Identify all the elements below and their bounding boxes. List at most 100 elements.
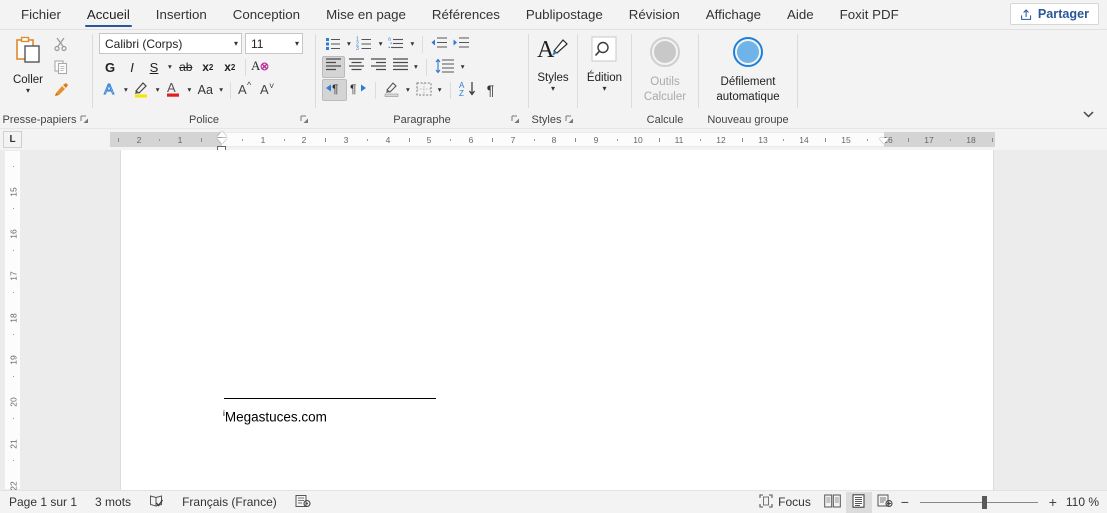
tab-references[interactable]: Références — [419, 8, 513, 29]
status-word-count[interactable]: 3 mots — [86, 491, 140, 513]
show-marks-label: ¶ — [486, 82, 495, 98]
chevron-down-icon[interactable]: ▾ — [551, 85, 555, 93]
tab-fichier[interactable]: Fichier — [8, 8, 74, 29]
font-family-combo[interactable]: Calibri (Corps) ▾ — [99, 33, 242, 54]
tab-mise-en-page[interactable]: Mise en page — [313, 8, 419, 29]
zoom-level-button[interactable]: 110 % — [1060, 495, 1107, 509]
grow-font-button[interactable]: A ^ — [235, 79, 257, 101]
bullet-list-button[interactable] — [322, 33, 344, 55]
right-indent-marker[interactable] — [879, 138, 889, 144]
dialog-launcher-icon[interactable] — [80, 115, 89, 124]
zoom-in-button[interactable]: + — [1046, 494, 1060, 510]
ltr-button[interactable]: ¶ — [322, 79, 347, 101]
numbered-list-button[interactable]: 123 — [354, 33, 376, 55]
shading-dropdown[interactable]: ▾ — [403, 79, 413, 101]
status-page-number[interactable]: Page 1 sur 1 — [0, 491, 86, 513]
line-spacing-dropdown[interactable]: ▾ — [458, 56, 468, 78]
copy-button[interactable] — [50, 58, 72, 80]
subscript-button[interactable]: x2 — [197, 56, 219, 78]
font-size-combo[interactable]: 11 ▾ — [245, 33, 303, 54]
text-effects-button[interactable]: A — [99, 79, 121, 101]
tab-revision[interactable]: Révision — [616, 8, 693, 29]
svg-text:Z: Z — [459, 89, 464, 97]
show-marks-button[interactable]: ¶ — [480, 79, 502, 101]
underline-dropdown[interactable]: ▾ — [165, 56, 175, 78]
zoom-slider[interactable] — [919, 492, 1038, 513]
clear-formatting-button[interactable]: A — [250, 56, 272, 78]
align-left-button[interactable] — [322, 56, 345, 78]
change-case-button[interactable]: Aa — [194, 79, 216, 101]
tab-stop-selector[interactable]: L — [3, 131, 22, 148]
justify-button[interactable] — [389, 56, 411, 78]
tab-affichage[interactable]: Affichage — [693, 8, 774, 29]
text-effects-dropdown[interactable]: ▾ — [121, 79, 131, 101]
line-spacing-button[interactable] — [432, 56, 458, 78]
view-print-layout-button[interactable] — [845, 491, 872, 513]
borders-dropdown[interactable]: ▾ — [435, 79, 445, 101]
footnote-text[interactable]: iMegastuces.com — [223, 408, 327, 425]
align-right-button[interactable] — [367, 56, 389, 78]
document-page[interactable]: iMegastuces.com — [120, 150, 994, 490]
first-line-indent-marker[interactable] — [217, 131, 227, 137]
increase-indent-button[interactable] — [450, 33, 472, 55]
paste-button[interactable]: Coller ▾ — [6, 33, 50, 95]
align-center-button[interactable] — [345, 56, 367, 78]
horizontal-ruler[interactable]: 2 1 1 2 3 4 5 6 7 8 9 10 11 12 13 14 15 … — [110, 131, 995, 152]
change-case-dropdown[interactable]: ▾ — [216, 79, 226, 101]
zoom-slider-thumb[interactable] — [981, 495, 987, 509]
numbered-list-dropdown[interactable]: ▾ — [376, 33, 386, 55]
tab-accueil[interactable]: Accueil — [74, 8, 143, 29]
shrink-font-button[interactable]: A ˅ — [257, 79, 279, 101]
view-read-mode-button[interactable] — [820, 492, 846, 513]
decrease-indent-button[interactable] — [428, 33, 450, 55]
styles-button[interactable]: A Styles ▾ — [530, 33, 576, 93]
bullet-list-dropdown[interactable]: ▾ — [344, 33, 354, 55]
format-painter-button[interactable] — [50, 81, 72, 103]
multilevel-list-button[interactable]: a — [386, 33, 408, 55]
multilevel-list-dropdown[interactable]: ▾ — [408, 33, 418, 55]
hanging-indent-marker[interactable] — [217, 138, 227, 144]
highlight-dropdown[interactable]: ▾ — [153, 79, 163, 101]
edition-button[interactable]: Édition ▾ — [581, 33, 628, 93]
underline-button[interactable]: S — [143, 56, 165, 78]
cut-button[interactable] — [50, 35, 72, 57]
tab-foxit-pdf[interactable]: Foxit PDF — [827, 8, 912, 29]
rtl-button[interactable]: ¶ — [347, 79, 370, 101]
status-language[interactable]: Français (France) — [173, 491, 286, 513]
tab-aide[interactable]: Aide — [774, 8, 827, 29]
defilement-automatique-button[interactable]: Défilement automatique — [701, 33, 795, 104]
document-area[interactable]: iMegastuces.com — [0, 150, 1107, 490]
bold-button[interactable]: G — [99, 56, 121, 78]
ribbon-group-edition: Édition ▾ — [578, 30, 631, 128]
superscript-button[interactable]: x2 — [219, 56, 241, 78]
sort-az-icon: AZ — [458, 80, 478, 100]
zoom-out-button[interactable]: − — [898, 494, 912, 510]
focus-button[interactable]: Focus — [750, 491, 820, 513]
chevron-down-icon[interactable]: ▾ — [26, 87, 30, 95]
font-color-button[interactable]: A — [163, 79, 185, 101]
outils-calculer-button[interactable]: Outils Calculer — [638, 33, 692, 104]
shading-button[interactable] — [381, 79, 403, 101]
tab-conception[interactable]: Conception — [220, 8, 313, 29]
tab-publipostage[interactable]: Publipostage — [513, 8, 616, 29]
share-button[interactable]: Partager — [1009, 3, 1099, 25]
borders-button[interactable] — [413, 79, 435, 101]
status-accessibility[interactable] — [286, 491, 320, 513]
collapse-ribbon-button[interactable] — [1075, 104, 1101, 124]
highlight-button[interactable] — [131, 79, 153, 101]
tab-insertion[interactable]: Insertion — [143, 8, 220, 29]
sort-button[interactable]: AZ — [456, 79, 480, 101]
vertical-ruler[interactable]: 15 16 17 18 19 20 21 22 — [4, 150, 21, 491]
strikethrough-button[interactable]: ab — [175, 56, 197, 78]
status-proofing[interactable] — [140, 491, 173, 513]
italic-button[interactable]: I — [121, 56, 143, 78]
chevron-down-icon[interactable]: ▾ — [291, 39, 299, 48]
dialog-launcher-icon[interactable] — [565, 115, 574, 124]
dialog-launcher-icon[interactable] — [511, 115, 520, 124]
dialog-launcher-icon[interactable] — [300, 115, 309, 124]
justify-dropdown[interactable]: ▾ — [411, 56, 421, 78]
chevron-down-icon[interactable]: ▾ — [230, 39, 238, 48]
chevron-down-icon[interactable]: ▾ — [602, 85, 606, 93]
view-web-layout-button[interactable] — [872, 492, 898, 513]
font-color-dropdown[interactable]: ▾ — [185, 79, 195, 101]
